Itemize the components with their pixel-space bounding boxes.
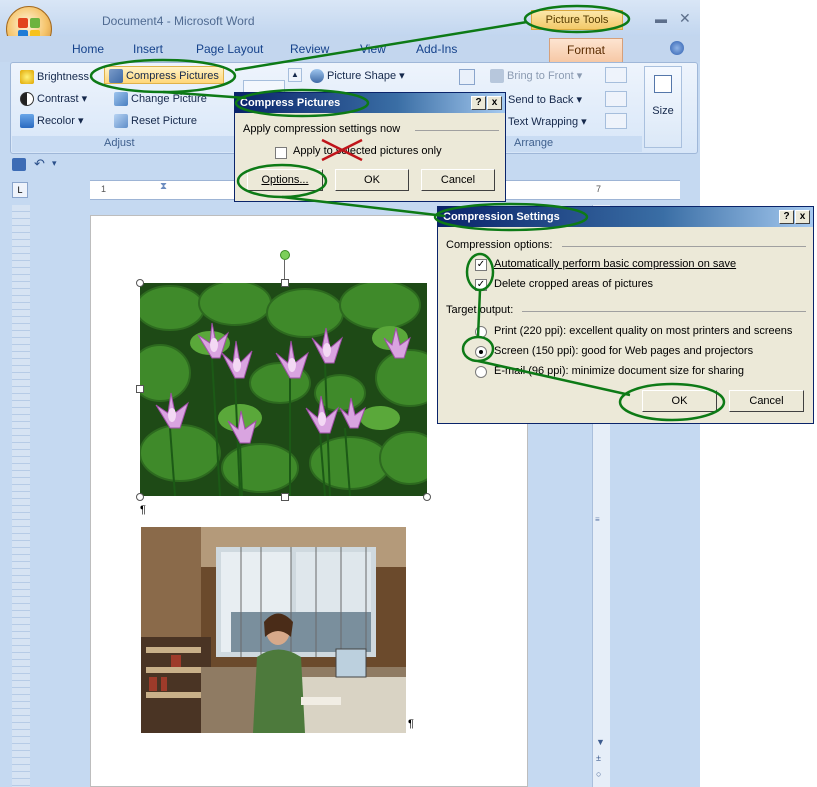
annotation-overlay [89, 4, 726, 422]
